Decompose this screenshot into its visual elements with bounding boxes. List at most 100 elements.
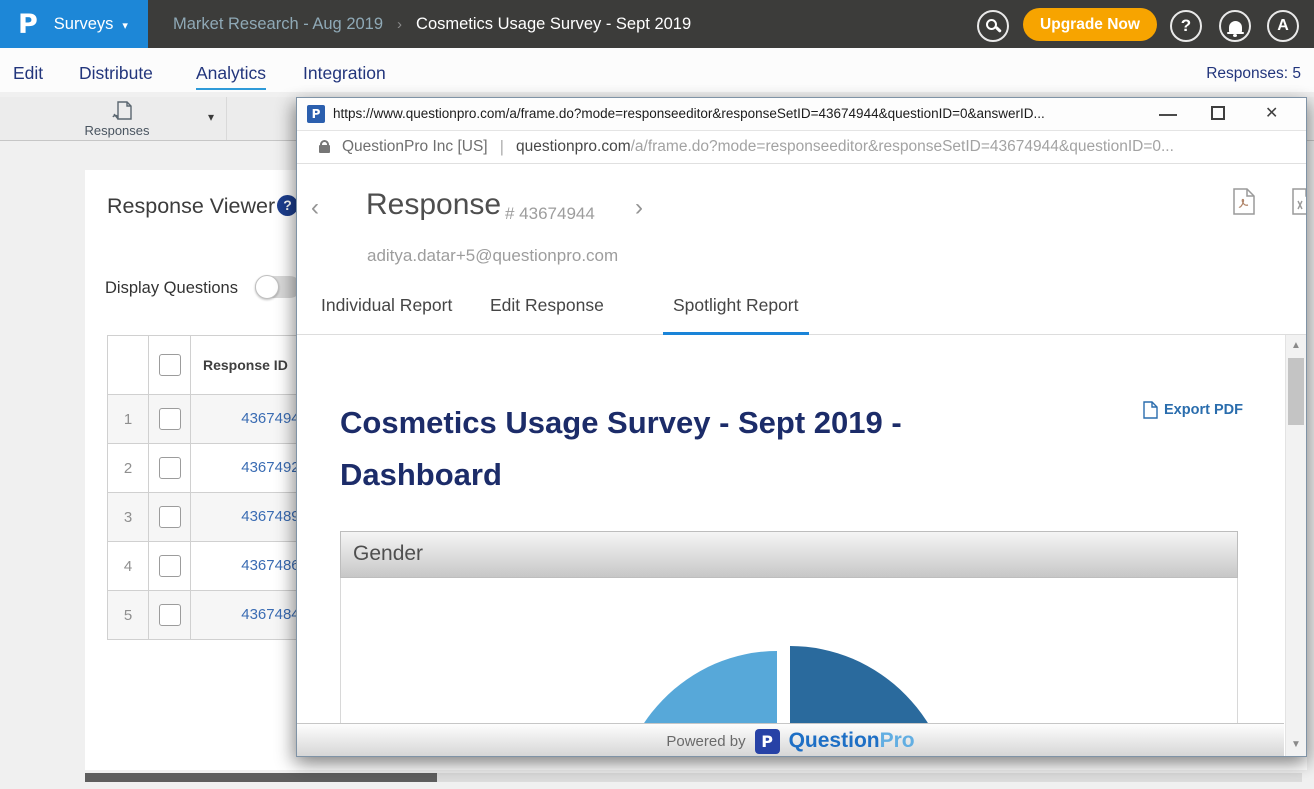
brand-question: Question (789, 729, 880, 752)
page-title: Response Viewer (107, 194, 275, 219)
response-number: # 43674944 (505, 204, 595, 224)
lock-icon (319, 145, 330, 153)
window-title-url: https://www.questionpro.com/a/frame.do?m… (333, 106, 1143, 121)
questionpro-wordmark[interactable]: QuestionPro (789, 729, 915, 753)
scroll-up-arrow-icon[interactable]: ▲ (1286, 340, 1306, 351)
questionpro-logo-icon[interactable]: P (755, 729, 780, 754)
close-icon[interactable]: ✕ (1265, 103, 1278, 123)
search-button[interactable] (977, 10, 1009, 42)
maximize-button[interactable] (1211, 106, 1225, 120)
question-mark-icon: ? (1181, 16, 1191, 36)
surveys-menu[interactable]: P Surveys ▾ (0, 0, 148, 48)
dashboard-heading: Cosmetics Usage Survey - Sept 2019 - Das… (340, 397, 1000, 501)
tab-spotlight-report[interactable]: Spotlight Report (663, 295, 809, 336)
gender-section-title: Gender (353, 542, 1237, 566)
survey-nav: Edit Distribute Analytics Integration Re… (0, 48, 1314, 92)
row-checkbox[interactable] (159, 555, 181, 577)
questionpro-logo-icon: P (18, 9, 38, 40)
table-row: 3 43674894 (108, 493, 316, 542)
table-row: 4 43674861 (108, 542, 316, 591)
table-row: 2 43674923 (108, 444, 316, 493)
responses-toolbar-label: Responses (8, 123, 226, 138)
responses-toolbar-button[interactable]: Responses ▾ (8, 97, 227, 140)
row-number: 3 (108, 493, 149, 542)
horizontal-scrollbar[interactable] (85, 773, 1302, 782)
spotlight-report-frame: Cosmetics Usage Survey - Sept 2019 - Das… (297, 335, 1306, 757)
help-badge-icon[interactable]: ? (277, 195, 298, 216)
row-checkbox[interactable] (159, 604, 181, 626)
search-icon (986, 19, 997, 30)
select-all-checkbox[interactable] (159, 354, 181, 376)
breadcrumb-separator-icon: › (397, 16, 402, 33)
tab-edit-response[interactable]: Edit Response (480, 295, 614, 332)
vertical-scrollbar-thumb[interactable] (1288, 358, 1304, 425)
gender-chart-panel (340, 578, 1238, 723)
row-checkbox[interactable] (159, 408, 181, 430)
vertical-scrollbar[interactable]: ▲ ▼ (1285, 335, 1306, 757)
response-id-label: Response ID (203, 357, 288, 373)
window-title-bar: P https://www.questionpro.com/a/frame.do… (297, 98, 1306, 131)
response-editor-window: P https://www.questionpro.com/a/frame.do… (296, 97, 1307, 757)
next-response-button[interactable]: › (635, 194, 643, 222)
surveys-label: Surveys (54, 15, 114, 34)
tab-integration[interactable]: Integration (303, 63, 386, 84)
tab-individual-report[interactable]: Individual Report (311, 295, 462, 332)
avatar-letter: A (1277, 17, 1289, 35)
top-bar: P Surveys ▾ Market Research - Aug 2019 ›… (0, 0, 1314, 48)
gender-section-header: Gender (340, 531, 1238, 578)
row-checkbox[interactable] (159, 457, 181, 479)
tab-distribute[interactable]: Distribute (79, 63, 153, 84)
questionpro-favicon: P (307, 105, 325, 123)
address-divider: | (500, 137, 504, 157)
export-pdf-button[interactable]: Export PDF (1143, 401, 1243, 419)
display-questions-toggle[interactable] (255, 276, 301, 298)
horizontal-scrollbar-thumb[interactable] (85, 773, 437, 782)
row-number: 4 (108, 542, 149, 591)
toggle-knob (255, 275, 279, 299)
pdf-icon (1143, 401, 1158, 419)
display-questions-label: Display Questions (105, 279, 238, 298)
breadcrumb: Market Research - Aug 2019 › Cosmetics U… (173, 0, 691, 48)
upgrade-now-button[interactable]: Upgrade Now (1023, 8, 1157, 41)
tab-edit[interactable]: Edit (13, 63, 43, 84)
table-row: 1 43674944 (108, 395, 316, 444)
report-tabs: Individual Report Edit Response Spotligh… (297, 278, 1306, 335)
powered-by-footer: Powered by P QuestionPro (297, 723, 1284, 757)
download-pdf-icon[interactable] (1233, 188, 1255, 220)
address-path: /a/frame.do?mode=responseeditor&response… (631, 138, 1306, 156)
row-number: 5 (108, 591, 149, 640)
row-checkbox[interactable] (159, 506, 181, 528)
brand-pro: Pro (880, 729, 915, 752)
minimize-button[interactable] (1159, 114, 1177, 116)
account-avatar[interactable]: A (1267, 10, 1299, 42)
responses-count: Responses: 5 (1206, 65, 1301, 83)
export-pdf-label: Export PDF (1164, 402, 1243, 418)
response-header: ‹ Response # 43674944 › aditya.datar+5@q… (297, 164, 1306, 278)
pie-slice-dark (790, 646, 954, 723)
scroll-down-arrow-icon[interactable]: ▼ (1286, 739, 1306, 750)
chevron-down-icon[interactable]: ▾ (208, 110, 214, 124)
certificate-org: QuestionPro Inc [US] (342, 138, 488, 156)
table-header-row: Response ID ▲▼ (108, 336, 316, 395)
upgrade-now-label: Upgrade Now (1040, 16, 1140, 34)
table-row: 5 43674842 (108, 591, 316, 640)
tab-analytics[interactable]: Analytics (196, 63, 266, 90)
gender-pie-chart (341, 578, 1238, 723)
row-number: 1 (108, 395, 149, 444)
pie-slice-light (615, 651, 777, 723)
responses-table: Response ID ▲▼ 1 43674944 2 43674923 3 4… (107, 335, 316, 640)
chevron-down-icon: ▾ (122, 19, 128, 32)
help-button[interactable]: ? (1170, 10, 1202, 42)
response-title: Response (366, 188, 501, 222)
powered-by-label: Powered by (666, 733, 745, 750)
notifications-button[interactable] (1219, 10, 1251, 42)
breadcrumb-parent-link[interactable]: Market Research - Aug 2019 (173, 15, 383, 34)
download-doc-icon[interactable] (1292, 188, 1307, 220)
security-address-bar: QuestionPro Inc [US] | questionpro.com/a… (297, 131, 1306, 164)
header-select-all (149, 336, 191, 395)
header-blank (108, 336, 149, 395)
respondent-email: aditya.datar+5@questionpro.com (367, 246, 618, 266)
breadcrumb-current: Cosmetics Usage Survey - Sept 2019 (416, 15, 691, 34)
address-domain: questionpro.com (516, 138, 631, 156)
previous-response-button[interactable]: ‹ (311, 194, 319, 222)
